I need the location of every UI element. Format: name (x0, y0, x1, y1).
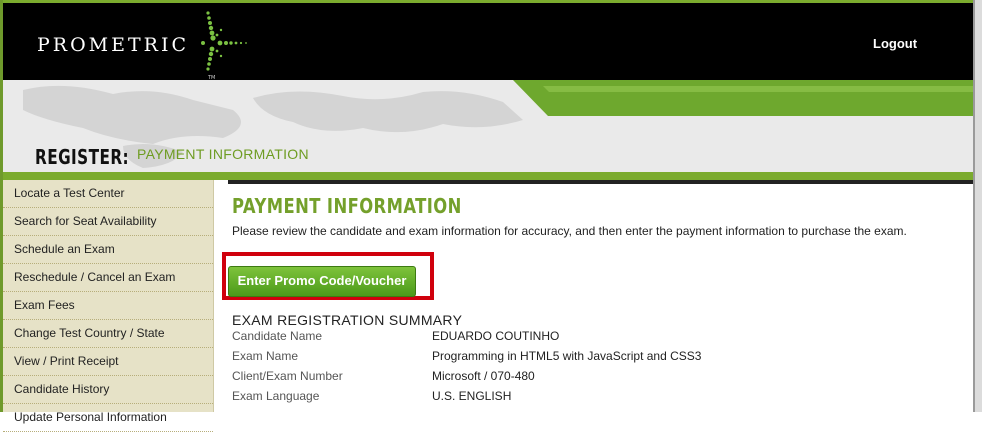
sidebar-item-locate-test-center[interactable]: Locate a Test Center (3, 180, 213, 208)
sidebar-item-change-country[interactable]: Change Test Country / State (3, 320, 213, 348)
summary-value: Programming in HTML5 with JavaScript and… (432, 349, 702, 363)
summary-label: Exam Name (232, 349, 299, 363)
summary-row: Exam Language U.S. ENGLISH (232, 389, 962, 409)
sidebar-item-print-receipt[interactable]: View / Print Receipt (3, 348, 213, 376)
divider-green-bar (3, 172, 973, 180)
sidebar-item-update-personal-info[interactable]: Update Personal Information (3, 404, 213, 432)
sidebar-nav: Locate a Test Center Search for Seat Ava… (3, 180, 214, 432)
sidebar-item-reschedule-cancel[interactable]: Reschedule / Cancel an Exam (3, 264, 213, 292)
prometric-logo-text: PROMETRIC (37, 34, 190, 56)
summary-value: Microsoft / 070-480 (432, 369, 535, 383)
main-content: PAYMENT INFORMATION Please review the ca… (222, 190, 962, 403)
window-scrollbar[interactable] (973, 0, 982, 412)
summary-row: Candidate Name EDUARDO COUTINHO (232, 329, 962, 349)
summary-value: U.S. ENGLISH (432, 389, 512, 403)
promo-code-button[interactable]: Enter Promo Code/Voucher (228, 266, 416, 297)
summary-label: Client/Exam Number (232, 369, 343, 383)
header-bar: PROMETRIC TM Logout (3, 0, 973, 81)
summary-row: Client/Exam Number Microsoft / 070-480 (232, 369, 962, 389)
intro-text: Please review the candidate and exam inf… (232, 224, 907, 238)
register-heading: REGISTER: (35, 145, 130, 169)
promo-highlight-box: Enter Promo Code/Voucher (222, 252, 434, 300)
prometric-star-icon: TM (201, 11, 247, 81)
sidebar-item-seat-availability[interactable]: Search for Seat Availability (3, 208, 213, 236)
page-title: PAYMENT INFORMATION (232, 194, 462, 218)
sidebar-item-exam-fees[interactable]: Exam Fees (3, 292, 213, 320)
summary-label: Candidate Name (232, 329, 323, 343)
sidebar-item-schedule-exam[interactable]: Schedule an Exam (3, 236, 213, 264)
divider-dark-bar (228, 180, 973, 184)
logout-link[interactable]: Logout (873, 36, 917, 51)
summary-value: EDUARDO COUTINHO (432, 329, 560, 343)
summary-row: Exam Name Programming in HTML5 with Java… (232, 349, 962, 369)
summary-heading: EXAM REGISTRATION SUMMARY (232, 312, 463, 328)
register-subheading: PAYMENT INFORMATION (137, 146, 309, 162)
summary-label: Exam Language (232, 389, 320, 403)
sidebar-item-candidate-history[interactable]: Candidate History (3, 376, 213, 404)
